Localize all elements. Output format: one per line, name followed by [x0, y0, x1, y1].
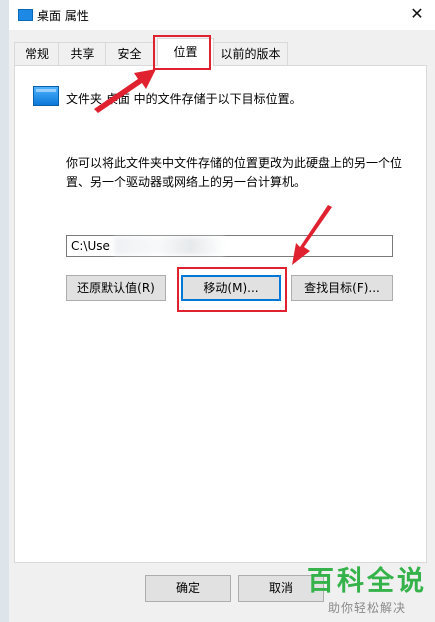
- tab-strip: 常规 共享 安全 位置 以前的版本: [14, 38, 427, 66]
- watermark-subtitle: 助你轻松解决: [327, 601, 406, 615]
- move-button[interactable]: 移动(M)...: [181, 275, 281, 301]
- tab-general[interactable]: 常规: [14, 42, 60, 65]
- watermark-title: 百科全说: [307, 566, 427, 597]
- redacted-path-blur: [114, 237, 224, 255]
- location-description: 你可以将此文件夹中文件存储的位置更改为此硬盘上的另一个位置、另一个驱动器或网络上…: [66, 156, 403, 189]
- tab-security[interactable]: 安全: [105, 42, 154, 65]
- tab-sharing[interactable]: 共享: [58, 42, 107, 65]
- folder-location-text: 文件夹 桌面 中的文件存储于以下目标位置。: [66, 92, 302, 106]
- ok-button[interactable]: 确定: [145, 575, 231, 602]
- properties-dialog: 桌面 属性 ✕ 常规 共享 安全 位置 以前的版本 文件夹 桌面 中的文件存储于…: [9, 0, 435, 622]
- tab-previous-versions[interactable]: 以前的版本: [213, 42, 288, 65]
- find-target-button[interactable]: 查找目标(F)...: [291, 275, 393, 301]
- window-title: 桌面 属性: [37, 9, 89, 23]
- restore-default-button[interactable]: 还原默认值(R): [66, 275, 166, 301]
- close-button[interactable]: ✕: [405, 2, 429, 26]
- watermark-logo: 百科全说 助你轻松解决: [307, 567, 427, 616]
- title-bar: 桌面 属性 ✕: [9, 0, 435, 30]
- desktop-folder-icon: [18, 9, 33, 21]
- folder-icon: [33, 86, 59, 106]
- location-tab-panel: 文件夹 桌面 中的文件存储于以下目标位置。 你可以将此文件夹中文件存储的位置更改…: [14, 65, 427, 563]
- tab-location[interactable]: 位置: [157, 38, 214, 66]
